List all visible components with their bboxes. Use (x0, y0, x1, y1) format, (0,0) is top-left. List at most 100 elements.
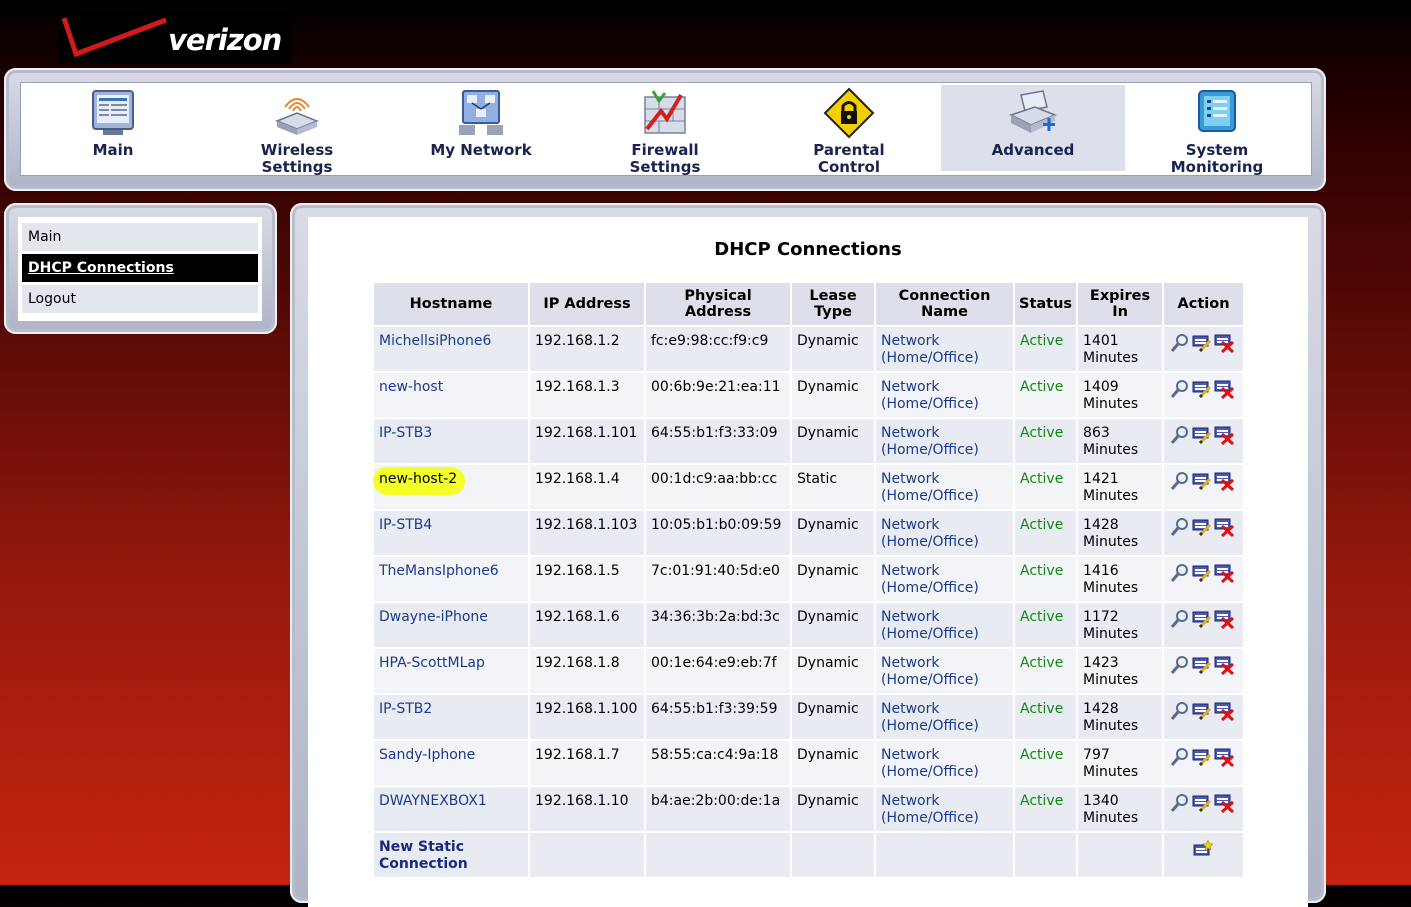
delete-icon[interactable] (1214, 517, 1235, 537)
tab-parental-label: Parental Control (813, 141, 885, 176)
connection-name-cell[interactable]: Network (Home/Office) (876, 511, 1013, 555)
physical-address-cell: 34:36:3b:2a:bd:3c (646, 603, 790, 647)
view-details-icon[interactable] (1170, 379, 1190, 399)
hostname-cell[interactable]: DWAYNEXBOX1 (374, 787, 528, 831)
hostname-cell[interactable]: new-host (374, 373, 528, 417)
hostname-cell[interactable]: TheMansIphone6 (374, 557, 528, 601)
edit-icon[interactable] (1192, 379, 1212, 399)
table-row: new-host-2 192.168.1.4 00:1d:c9:aa:bb:cc St… (373, 465, 1244, 509)
status-cell: Active (1015, 557, 1077, 601)
view-details-icon[interactable] (1170, 793, 1190, 813)
edit-icon[interactable] (1192, 563, 1212, 583)
edit-icon[interactable] (1192, 701, 1212, 721)
ip-address-cell: 192.168.1.2 (530, 327, 644, 371)
tab-advanced[interactable]: Advanced (941, 85, 1125, 171)
physical-address-cell: 7c:01:91:40:5d:e0 (646, 557, 790, 601)
hostname-cell[interactable]: HPA-ScottMLap (374, 649, 528, 693)
delete-icon[interactable] (1214, 701, 1235, 721)
ip-address-cell: 192.168.1.100 (530, 695, 644, 739)
connection-name-cell[interactable]: Network (Home/Office) (876, 649, 1013, 693)
expires-in-cell: 863 Minutes (1078, 419, 1163, 463)
hostname-cell[interactable]: IP-STB3 (374, 419, 528, 463)
delete-icon[interactable] (1214, 609, 1235, 629)
main-panel: DHCP Connections Hostname IP Address Phy… (308, 217, 1308, 907)
connection-name-cell[interactable]: Network (Home/Office) (876, 695, 1013, 739)
expires-in-cell: 1409 Minutes (1078, 373, 1163, 417)
delete-icon[interactable] (1214, 655, 1235, 675)
view-details-icon[interactable] (1170, 609, 1190, 629)
tab-my-network[interactable]: My Network (389, 85, 573, 171)
physical-address-cell: 00:1d:c9:aa:bb:cc (646, 465, 790, 509)
connection-name-cell[interactable]: Network (Home/Office) (876, 557, 1013, 601)
view-details-icon[interactable] (1170, 701, 1190, 721)
delete-icon[interactable] (1214, 333, 1235, 353)
status-cell: Active (1015, 649, 1077, 693)
main-monitor-icon (92, 90, 134, 135)
view-details-icon[interactable] (1170, 563, 1190, 583)
ip-address-cell: 192.168.1.4 (530, 465, 644, 509)
col-physical-address: Physical Address (646, 283, 790, 325)
tab-main[interactable]: Main (21, 85, 205, 171)
sidebar-item-logout[interactable]: Logout (22, 285, 258, 313)
connection-name-cell[interactable]: Network (Home/Office) (876, 419, 1013, 463)
tab-advanced-label: Advanced (991, 141, 1075, 159)
main-panel-frame: DHCP Connections Hostname IP Address Phy… (290, 203, 1326, 907)
ip-address-cell: 192.168.1.5 (530, 557, 644, 601)
new-static-connection-link[interactable]: New Static Connection (374, 833, 528, 877)
delete-icon[interactable] (1214, 379, 1235, 399)
top-nav-frame: Main Wireless Settings My Network Firewa… (4, 68, 1326, 191)
view-details-icon[interactable] (1170, 655, 1190, 675)
expires-in-cell: 1401 Minutes (1078, 327, 1163, 371)
delete-icon[interactable] (1214, 471, 1235, 491)
status-cell: Active (1015, 695, 1077, 739)
edit-icon[interactable] (1192, 655, 1212, 675)
hostname-cell[interactable]: new-host-2 (373, 465, 528, 509)
tab-system-label: System Monitoring (1170, 141, 1264, 176)
view-details-icon[interactable] (1170, 425, 1190, 445)
lease-type-cell: Dynamic (792, 373, 874, 417)
sidebar-item-main[interactable]: Main (22, 223, 258, 251)
connection-name-cell[interactable]: Network (Home/Office) (876, 373, 1013, 417)
hostname-text: IP-STB3 (379, 425, 433, 441)
ip-address-cell: 192.168.1.103 (530, 511, 644, 555)
tab-system-monitoring[interactable]: System Monitoring (1125, 85, 1309, 176)
tab-parental-control[interactable]: Parental Control (757, 85, 941, 176)
physical-address-cell: 00:1e:64:e9:eb:7f (646, 649, 790, 693)
edit-icon[interactable] (1192, 793, 1212, 813)
lease-type-cell: Dynamic (792, 649, 874, 693)
action-cell (1164, 511, 1244, 555)
view-details-icon[interactable] (1170, 471, 1190, 491)
edit-icon[interactable] (1192, 517, 1212, 537)
delete-icon[interactable] (1214, 793, 1235, 813)
status-cell: Active (1015, 787, 1077, 831)
expires-in-cell: 1428 Minutes (1078, 695, 1163, 739)
edit-icon[interactable] (1192, 425, 1212, 445)
sidebar: Main DHCP Connections Logout (18, 217, 262, 321)
ip-address-cell: 192.168.1.10 (530, 787, 644, 831)
hostname-cell[interactable]: MichellsiPhone6 (374, 327, 528, 371)
connection-name-cell[interactable]: Network (Home/Office) (876, 787, 1013, 831)
delete-icon[interactable] (1214, 747, 1235, 767)
delete-icon[interactable] (1214, 563, 1235, 583)
tab-wireless-settings[interactable]: Wireless Settings (205, 85, 389, 176)
tab-firewall-settings[interactable]: Firewall Settings (573, 85, 757, 176)
edit-icon[interactable] (1192, 471, 1212, 491)
add-connection-icon[interactable] (1193, 839, 1214, 859)
edit-icon[interactable] (1192, 609, 1212, 629)
edit-icon[interactable] (1192, 333, 1212, 353)
connection-name-cell[interactable]: Network (Home/Office) (876, 465, 1013, 509)
hostname-cell[interactable]: Sandy-Iphone (374, 741, 528, 785)
connection-name-cell[interactable]: Network (Home/Office) (876, 327, 1013, 371)
table-row: Dwayne-iPhone 192.168.1.6 34:36:3b:2a:bd:3… (374, 603, 1244, 647)
view-details-icon[interactable] (1170, 517, 1190, 537)
view-details-icon[interactable] (1170, 747, 1190, 767)
connection-name-cell[interactable]: Network (Home/Office) (876, 603, 1013, 647)
sidebar-item-dhcp-connections[interactable]: DHCP Connections (22, 254, 258, 282)
edit-icon[interactable] (1192, 747, 1212, 767)
hostname-cell[interactable]: IP-STB2 (374, 695, 528, 739)
view-details-icon[interactable] (1170, 333, 1190, 353)
hostname-cell[interactable]: IP-STB4 (374, 511, 528, 555)
hostname-cell[interactable]: Dwayne-iPhone (374, 603, 528, 647)
delete-icon[interactable] (1214, 425, 1235, 445)
connection-name-cell[interactable]: Network (Home/Office) (876, 741, 1013, 785)
